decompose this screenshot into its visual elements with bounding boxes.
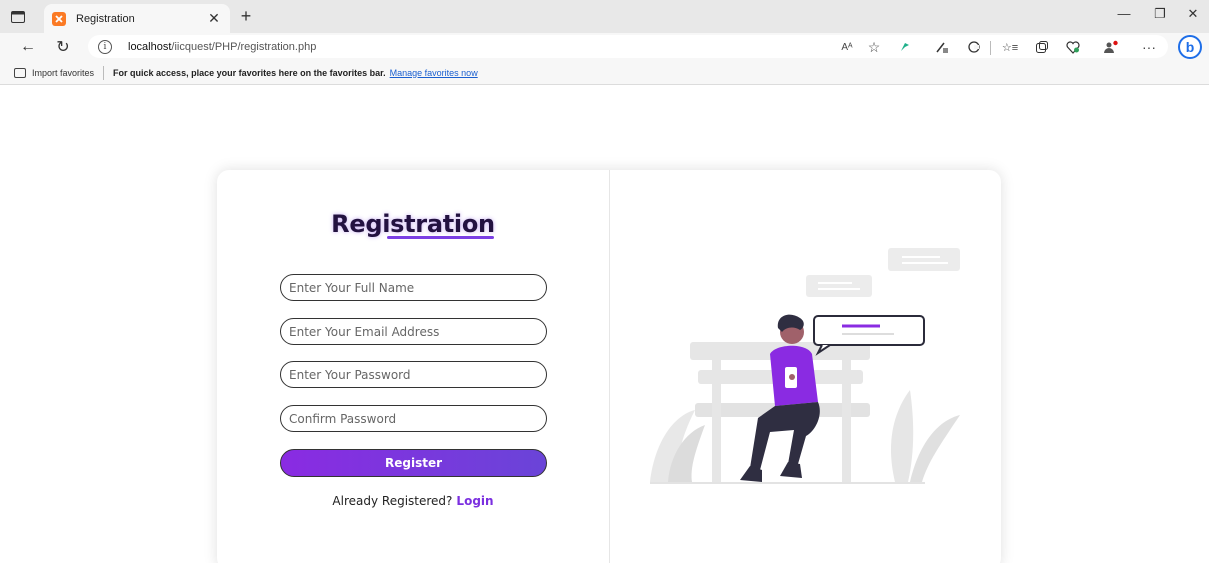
import-favorites-icon[interactable]	[14, 67, 26, 78]
registration-card: Registration Register Already Registered…	[217, 170, 1001, 563]
import-favorites-button[interactable]: Import favorites	[32, 68, 94, 78]
favorites-bar: Import favorites For quick access, place…	[0, 61, 1209, 85]
pen-icon[interactable]	[933, 39, 951, 55]
info-icon[interactable]: i	[98, 39, 112, 54]
title-underline	[387, 236, 494, 239]
favorites-icon[interactable]: ☆≡	[1001, 39, 1019, 55]
already-registered-text: Already Registered?	[332, 494, 453, 508]
bing-icon[interactable]: b	[1178, 35, 1202, 59]
favorites-hint: For quick access, place your favorites h…	[113, 67, 386, 78]
restore-icon[interactable]: ❐	[1150, 6, 1170, 22]
more-icon[interactable]: ···	[1140, 39, 1158, 55]
collections-icon[interactable]	[1033, 39, 1051, 55]
full-name-input[interactable]	[280, 274, 547, 301]
favorites-divider	[103, 65, 105, 80]
password-input[interactable]	[280, 361, 547, 388]
address-toolbar: ← ↻ i localhost/iicquest/PHP/registratio…	[0, 33, 1209, 61]
read-aloud-icon[interactable]: Aᴬ	[838, 39, 856, 55]
person-on-bench-illustration	[650, 248, 960, 484]
form-panel: Registration Register Already Registered…	[217, 170, 609, 563]
health-icon[interactable]	[1064, 39, 1082, 55]
page-title: Registration	[331, 210, 495, 238]
browser-tab[interactable]: Registration ✕	[44, 4, 230, 33]
register-button[interactable]: Register	[280, 449, 547, 477]
settings-icon[interactable]	[965, 39, 983, 55]
sidebar-icon[interactable]	[8, 7, 28, 27]
tab-strip: Registration ✕ + — ❐ ✕	[0, 0, 1209, 33]
email-input[interactable]	[280, 318, 547, 345]
new-tab-icon[interactable]: +	[236, 6, 256, 26]
manage-favorites-link[interactable]: Manage favorites now	[390, 68, 478, 78]
url-text[interactable]: localhost/iicquest/PHP/registration.php	[128, 41, 316, 53]
illustration-panel	[610, 170, 1001, 563]
toolbar-divider	[990, 41, 991, 55]
minimize-icon[interactable]: —	[1114, 6, 1134, 21]
refresh-icon[interactable]: ↻	[53, 37, 73, 57]
close-tab-icon[interactable]: ✕	[206, 10, 222, 27]
close-window-icon[interactable]: ✕	[1183, 6, 1203, 22]
xampp-icon	[52, 11, 66, 26]
profile-icon[interactable]	[1102, 39, 1120, 55]
page-viewport: Registration Register Already Registered…	[0, 86, 1209, 563]
tab-title: Registration	[76, 12, 135, 25]
extension-icon[interactable]	[896, 39, 914, 55]
login-link[interactable]: Login	[456, 494, 493, 508]
login-prompt: Already Registered? Login	[217, 494, 609, 508]
confirm-password-input[interactable]	[280, 405, 547, 432]
back-icon[interactable]: ←	[18, 37, 38, 57]
favorite-star-icon[interactable]: ☆	[865, 39, 883, 55]
